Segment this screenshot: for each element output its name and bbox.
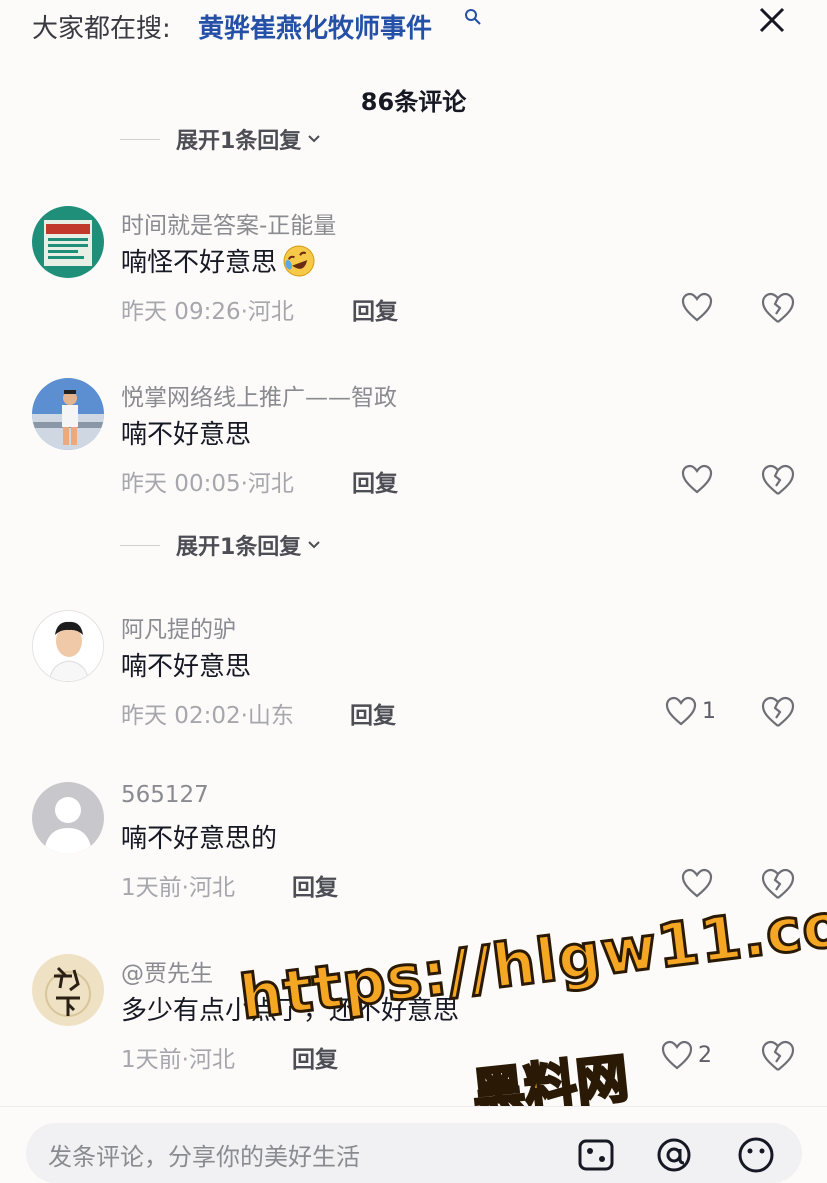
reply-button[interactable]: 回复 — [352, 464, 398, 498]
dislike-broken-heart-icon[interactable] — [760, 291, 796, 325]
comment-item: 悦掌网络线上推广——智政 喃不好意思 昨天 00:05·河北 回复 — [0, 378, 827, 528]
comment-text-row: 多少有点小点了，还不好意思 — [121, 990, 459, 1027]
expand-replies-label: 展开1条回复 — [176, 535, 302, 560]
comment-meta: 昨天 09:26·河北 — [121, 292, 294, 326]
comment-meta: 昨天 00:05·河北 — [121, 464, 294, 498]
comment-text-row: 喃怪不好意思 — [121, 242, 317, 279]
search-suggestion-prefix: 大家都在搜: — [32, 14, 171, 44]
meta-separator: · — [181, 1047, 189, 1073]
search-icon[interactable] — [464, 8, 482, 26]
comment-text-row: 喃不好意思 — [121, 646, 251, 683]
emoji-picker-icon[interactable] — [736, 1135, 776, 1175]
comment-meta: 1天前·河北 — [121, 1040, 235, 1074]
dislike-broken-heart-icon[interactable] — [760, 1039, 796, 1073]
like-button[interactable]: 1 — [664, 695, 716, 727]
comment-text-row: 喃不好意思的 — [121, 818, 277, 855]
comment-meta: 昨天 02:02·山东 — [121, 696, 294, 730]
comment-username[interactable]: 阿凡提的驴 — [121, 610, 236, 644]
heart-icon — [681, 292, 713, 322]
comment-username[interactable]: 悦掌网络线上推广——智政 — [121, 378, 397, 412]
like-button[interactable] — [680, 291, 718, 323]
comment-time: 昨天 00:05 — [121, 471, 241, 497]
like-button[interactable]: 2 — [660, 1039, 712, 1071]
comment-location: 河北 — [188, 875, 235, 901]
heart-icon — [681, 464, 713, 494]
comment-text: 喃不好意思的 — [121, 824, 278, 854]
meta-separator: · — [181, 875, 189, 901]
meta-separator: · — [240, 471, 248, 497]
chevron-down-icon — [308, 135, 321, 143]
comment-text: 喃怪不好意思 — [121, 248, 278, 278]
rofl-emoji-icon — [283, 245, 315, 276]
meta-separator: · — [240, 299, 248, 325]
reply-button[interactable]: 回复 — [350, 696, 396, 730]
scrolled-expand-clip: 展开1条回复 — [0, 120, 827, 156]
comment-username[interactable]: 时间就是答案-正能量 — [121, 206, 336, 240]
expand-replies-button[interactable]: 展开1条回复 — [120, 124, 321, 154]
person-on-yacht-avatar[interactable] — [32, 378, 104, 450]
dislike-broken-heart-icon[interactable] — [760, 695, 796, 729]
reply-button[interactable]: 回复 — [292, 868, 338, 902]
comment-time: 1天前 — [121, 875, 182, 901]
comment-time: 1天前 — [121, 1047, 182, 1073]
chevron-down-icon — [308, 541, 321, 549]
dislike-broken-heart-icon[interactable] — [760, 867, 796, 901]
comment-input-bar: 发条评论，分享你的美好生活 — [0, 1106, 827, 1183]
heart-icon — [681, 868, 713, 898]
expand-replies-button[interactable]: 展开1条回复 — [120, 530, 321, 560]
divider — [120, 544, 160, 546]
comment-text: 多少有点小点了，还不好意思 — [121, 996, 460, 1026]
comment-item: 565127 喃不好意思的 1天前·河北 回复 — [0, 782, 827, 932]
comment-text: 喃不好意思 — [121, 420, 252, 450]
heart-icon — [661, 1040, 693, 1070]
comment-item: 阿凡提的驴 喃不好意思 昨天 02:02·山东 回复 1 — [0, 610, 827, 760]
like-count: 2 — [698, 1042, 712, 1068]
reply-button[interactable]: 回复 — [352, 292, 398, 326]
comment-meta: 1天前·河北 — [121, 868, 235, 902]
young-man-portrait-avatar[interactable] — [32, 610, 104, 682]
dislike-broken-heart-icon[interactable] — [760, 463, 796, 497]
heart-icon — [665, 696, 697, 726]
like-button[interactable] — [680, 463, 718, 495]
meta-separator: · — [240, 703, 248, 729]
comment-time: 昨天 02:02 — [121, 703, 241, 729]
comment-username[interactable]: 565127 — [121, 782, 209, 808]
comment-item: 时间就是答案-正能量 喃怪不好意思 昨天 09:26·河北 回复 — [0, 206, 827, 356]
default-gray-avatar[interactable] — [32, 782, 104, 854]
search-suggestion-link[interactable]: 黄骅崔燕化牧师事件 — [198, 8, 432, 45]
expand-replies-label: 展开1条回复 — [176, 129, 302, 154]
comment-item: @贾先生 多少有点小点了，还不好意思 1天前·河北 回复 2 — [0, 954, 827, 1104]
reply-button[interactable]: 回复 — [292, 1040, 338, 1074]
comment-location: 山东 — [247, 703, 294, 729]
like-count: 1 — [702, 698, 716, 724]
mention-at-icon[interactable] — [654, 1135, 694, 1175]
comment-text-row: 喃不好意思 — [121, 414, 251, 451]
like-button[interactable] — [680, 867, 718, 899]
comment-location: 河北 — [247, 299, 294, 325]
top-bar: 大家都在搜: 黄骅崔燕化牧师事件 — [0, 0, 827, 60]
close-icon[interactable] — [754, 2, 790, 38]
image-picker-icon[interactable] — [576, 1135, 616, 1175]
comment-time: 昨天 09:26 — [121, 299, 241, 325]
divider — [120, 138, 160, 140]
comment-count-title: 86条评论 — [360, 88, 467, 116]
comment-location: 河北 — [247, 471, 294, 497]
comment-text: 喃不好意思 — [121, 652, 252, 682]
book-cover-avatar[interactable] — [32, 206, 104, 278]
comment-username[interactable]: @贾先生 — [121, 954, 213, 988]
calligraphy-avatar[interactable] — [32, 954, 104, 1026]
comment-location: 河北 — [188, 1047, 235, 1073]
comment-input-placeholder: 发条评论，分享你的美好生活 — [48, 1143, 360, 1171]
